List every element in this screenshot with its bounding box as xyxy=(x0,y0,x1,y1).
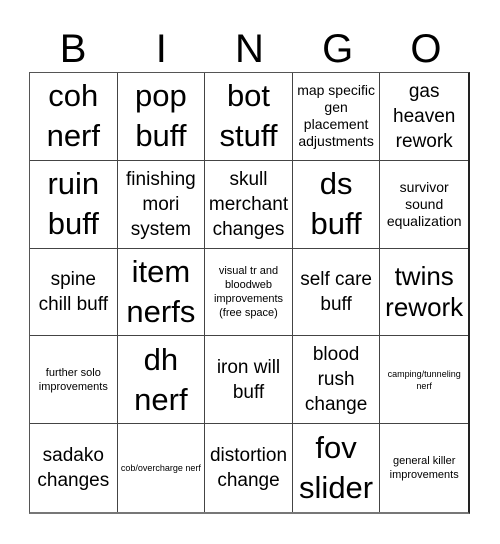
cell-text: distortion change xyxy=(209,445,288,492)
bingo-cell[interactable]: bot stuff xyxy=(205,73,293,161)
bingo-cell[interactable]: skull merchant changes xyxy=(205,160,293,249)
header-letter-i: I xyxy=(155,27,167,71)
bingo-cell[interactable]: distortion change xyxy=(205,424,293,512)
cell-text: gas heaven rework xyxy=(393,80,456,152)
cell-text: blood rush change xyxy=(304,344,368,416)
bingo-cell[interactable]: ruin buff xyxy=(30,160,118,249)
bingo-cell[interactable]: finishing mori system xyxy=(117,160,206,249)
bingo-cell[interactable]: map specific gen placement adjustments xyxy=(292,73,381,161)
cell-text: sadako changes xyxy=(37,445,110,492)
cell-text: skull merchant changes xyxy=(208,168,289,240)
header-letter-b: B xyxy=(59,27,87,71)
cell-text: finishing mori system xyxy=(126,168,196,240)
bingo-cell[interactable]: blood rush change xyxy=(292,336,381,425)
cell-text: fov slider xyxy=(299,430,374,506)
bingo-cell[interactable]: twins rework xyxy=(380,249,468,337)
bingo-cell[interactable]: cob/overcharge nerf xyxy=(118,424,206,512)
bingo-cell[interactable]: dh nerf xyxy=(117,336,206,425)
cell-text: twins rework xyxy=(385,260,464,322)
bingo-cell[interactable]: general killer improvements xyxy=(380,424,468,512)
cell-text: ds buff xyxy=(310,166,362,242)
bingo-card-grid: coh nerf pop buff bot stuff map specific… xyxy=(29,72,470,514)
header-letter-g: G xyxy=(322,27,354,71)
cell-text: dh nerf xyxy=(134,341,188,417)
bingo-cell[interactable]: iron will buff xyxy=(205,336,293,425)
bingo-cell[interactable]: ds buff xyxy=(292,160,381,249)
cell-text: pop buff xyxy=(135,78,187,154)
header-letter-n: N xyxy=(235,27,264,71)
bingo-cell[interactable]: self care buff xyxy=(292,248,381,337)
bingo-cell[interactable]: survivor sound equalization xyxy=(380,161,468,249)
bingo-cell[interactable]: fov slider xyxy=(293,424,381,512)
cell-text: self care buff xyxy=(300,268,372,315)
bingo-cell[interactable]: item nerfs xyxy=(117,248,206,337)
header-letter-o: O xyxy=(410,27,442,71)
cell-text: spine chill buff xyxy=(38,268,108,315)
cell-text: further solo improvements xyxy=(38,366,108,393)
bingo-cell[interactable]: spine chill buff xyxy=(30,248,118,337)
bingo-cell[interactable]: sadako changes xyxy=(30,424,118,512)
cell-text: coh nerf xyxy=(46,78,100,154)
bingo-header: B I N G O xyxy=(29,26,470,72)
cell-text: iron will buff xyxy=(216,356,281,403)
bingo-cell[interactable]: pop buff xyxy=(117,73,206,161)
cell-text: visual tr and bloodweb improvements (fre… xyxy=(213,264,284,319)
cell-text: ruin buff xyxy=(47,166,100,242)
cell-text: item nerfs xyxy=(126,253,196,329)
bingo-cell[interactable]: further solo improvements xyxy=(30,336,118,425)
cell-text: cob/overcharge nerf xyxy=(120,463,201,474)
bingo-cell[interactable]: gas heaven rework xyxy=(380,73,468,161)
cell-text: camping/tunneling nerf xyxy=(387,368,461,391)
cell-text: general killer improvements xyxy=(389,455,459,482)
free-space-cell[interactable]: visual tr and bloodweb improvements (fre… xyxy=(205,248,293,337)
cell-text: survivor sound equalization xyxy=(386,178,462,229)
bingo-cell[interactable]: camping/tunneling nerf xyxy=(380,336,468,425)
bingo-cell[interactable]: coh nerf xyxy=(30,73,118,161)
cell-text: map specific gen placement adjustments xyxy=(297,82,375,150)
cell-text: bot stuff xyxy=(219,78,278,154)
